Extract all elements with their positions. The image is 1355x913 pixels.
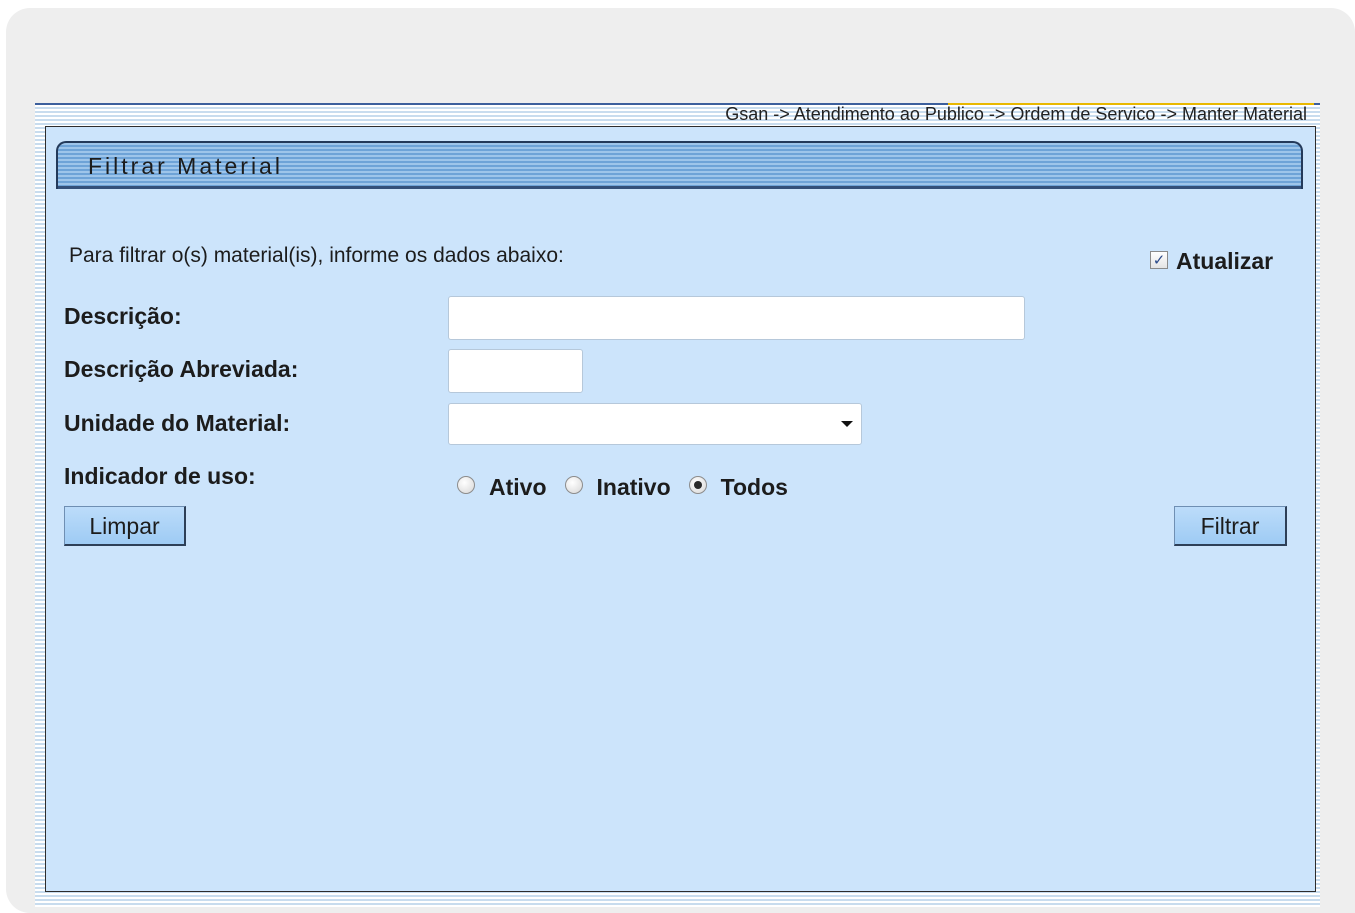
unidade-material-label: Unidade do Material: bbox=[64, 410, 291, 436]
radio-label-ativo: Ativo bbox=[489, 474, 547, 500]
chevron-down-icon[interactable] bbox=[841, 421, 853, 427]
page-title: Filtrar Material bbox=[88, 153, 283, 179]
indicador-uso-radio-group: Ativo Inativo Todos bbox=[457, 468, 806, 501]
limpar-button[interactable]: Limpar bbox=[64, 506, 186, 546]
radio-option-todos[interactable]: Todos bbox=[688, 468, 788, 501]
atualizar-label: Atualizar bbox=[1176, 248, 1274, 274]
descricao-abreviada-label: Descrição Abreviada: bbox=[64, 356, 299, 382]
breadcrumb: Gsan -> Atendimento ao Publico -> Ordem … bbox=[725, 104, 1307, 124]
atualizar-checkbox[interactable]: ✓ bbox=[1150, 250, 1168, 269]
descricao-input[interactable] bbox=[448, 296, 1025, 340]
descricao-label: Descrição: bbox=[64, 303, 182, 329]
radio-option-ativo[interactable]: Ativo bbox=[457, 468, 547, 501]
radio-label-todos: Todos bbox=[720, 474, 788, 500]
panel-header: Filtrar Material bbox=[56, 141, 1303, 189]
filter-panel bbox=[45, 126, 1316, 892]
instruction-text: Para filtrar o(s) material(is), informe … bbox=[69, 244, 564, 267]
radio-ativo[interactable] bbox=[457, 475, 475, 494]
unidade-material-select[interactable] bbox=[448, 403, 862, 445]
radio-option-inativo[interactable]: Inativo bbox=[564, 468, 671, 501]
radio-todos[interactable] bbox=[688, 475, 707, 494]
radio-inativo[interactable] bbox=[564, 475, 583, 494]
descricao-abreviada-input[interactable] bbox=[448, 349, 583, 393]
indicador-uso-label: Indicador de uso: bbox=[64, 463, 256, 489]
filtrar-button[interactable]: Filtrar bbox=[1174, 506, 1287, 546]
radio-label-inativo: Inativo bbox=[596, 474, 671, 500]
atualizar-option[interactable]: ✓ Atualizar bbox=[1150, 244, 1273, 275]
